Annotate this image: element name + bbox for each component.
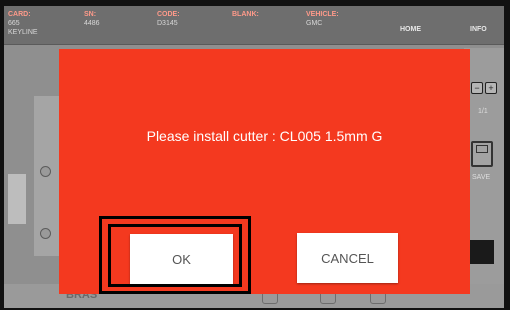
blank-label: BLANK: [232,11,259,18]
save-label: SAVE [472,174,491,181]
radio-option-2[interactable] [40,228,51,239]
machine-screen: CARD: 665 KEYLINE SN: 4486 CODE: D3145 B… [4,6,504,308]
code-info: CODE: D3145 [157,10,180,28]
zoom-out-button[interactable]: − [471,82,483,94]
stop-button[interactable] [470,240,494,264]
card-type: KEYLINE [8,29,38,36]
cancel-button[interactable]: CANCEL [297,233,398,283]
card-value: 665 [8,20,20,27]
info-button[interactable]: INFO [470,26,487,33]
vehicle-label: VEHICLE: [306,11,339,18]
sn-label: SN: [84,11,97,18]
save-icon[interactable] [471,141,493,167]
page-indicator: 1/1 [478,108,488,115]
dialog-message: Please install cutter : CL005 1.5mm G [146,128,383,144]
radio-option-1[interactable] [40,166,51,177]
top-status-bar: CARD: 665 KEYLINE SN: 4486 CODE: D3145 B… [4,6,504,45]
zoom-in-button[interactable]: + [485,82,497,94]
highlight-box-inner [108,224,242,287]
code-label: CODE: [157,11,180,18]
left-side-tab[interactable] [8,174,26,224]
card-label: CARD: [8,11,31,18]
sn-value: 4486 [84,20,100,27]
sn-info: SN: 4486 [84,10,100,28]
vehicle-info: VEHICLE: GMC [306,10,339,28]
code-value: D3145 [157,20,178,27]
blank-info: BLANK: [232,10,259,19]
home-button[interactable]: HOME [400,26,421,33]
vehicle-value: GMC [306,20,323,27]
card-info: CARD: 665 KEYLINE [8,10,38,37]
